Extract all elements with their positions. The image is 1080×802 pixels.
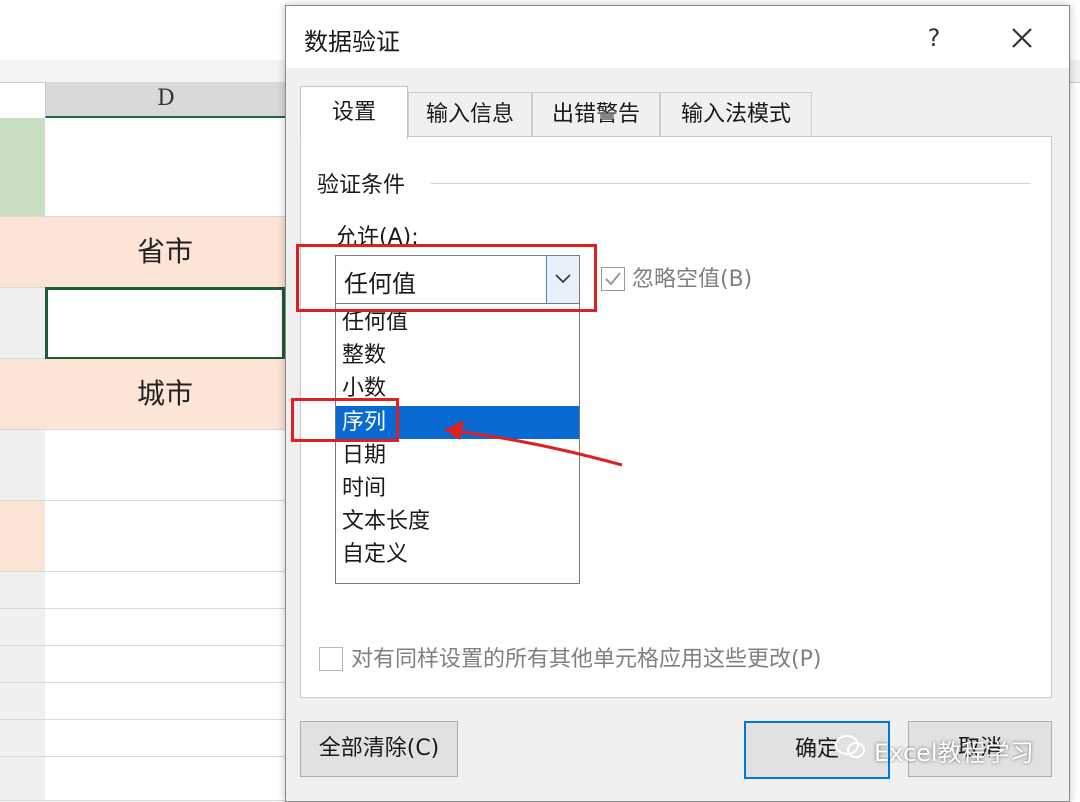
watermark-text: Excel教程学习 (874, 739, 1034, 767)
wechat-icon (835, 735, 865, 758)
annotation-arrow-icon (444, 420, 623, 467)
tab-settings[interactable]: 设置 (300, 86, 408, 139)
